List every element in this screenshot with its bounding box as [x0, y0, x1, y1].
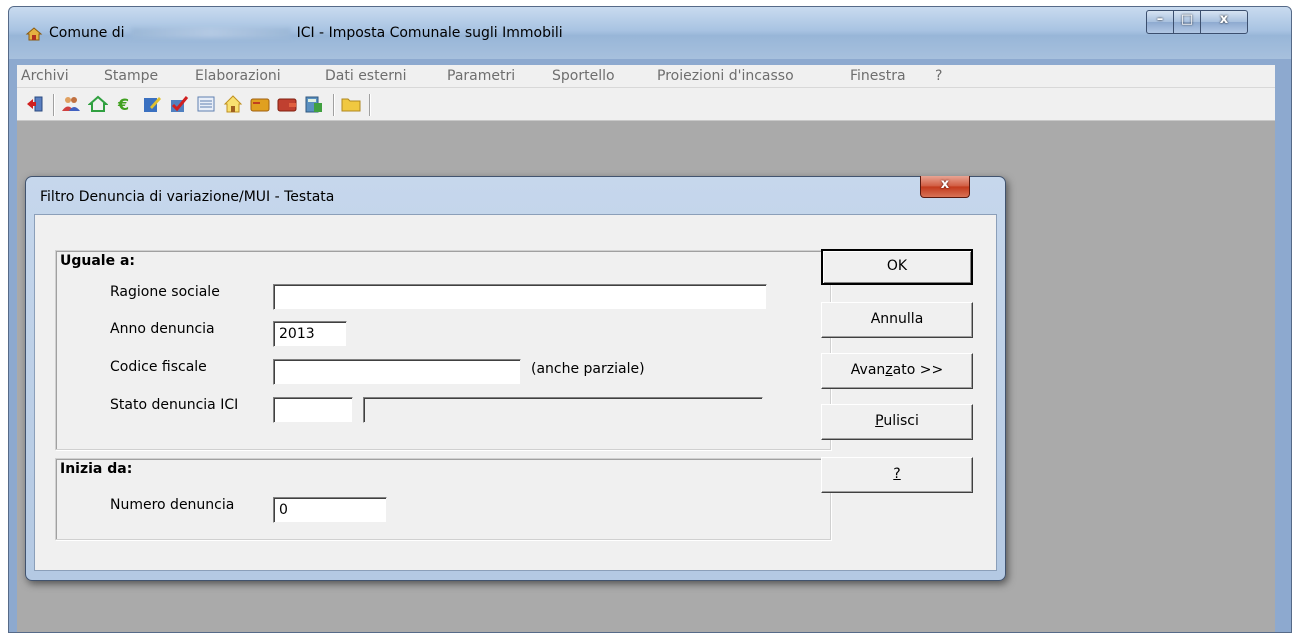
menu-parametri[interactable]: Parametri [447, 68, 515, 84]
menu-help[interactable]: ? [935, 68, 942, 84]
minimize-icon: – [1156, 12, 1164, 27]
toolbar: € [17, 88, 1275, 121]
dialog-title: Filtro Denuncia di variazione/MUI - Test… [40, 189, 335, 205]
avanzato-accelerator: z [885, 362, 893, 378]
title-suffix: ICI - Imposta Comunale sugli Immobili [296, 25, 563, 41]
people-icon[interactable] [61, 94, 81, 114]
pulisci-button[interactable]: Pulisci [821, 404, 973, 440]
toolbar-separator [333, 94, 335, 116]
anno-denuncia-field[interactable]: 2013 [273, 321, 347, 347]
numero-denuncia-label: Numero denuncia [110, 497, 235, 513]
group-title: Uguale a: [60, 253, 136, 269]
list-icon[interactable] [196, 94, 216, 114]
menu-sportello[interactable]: Sportello [552, 68, 615, 84]
group-uguale-a: Uguale a: Ragione sociale Anno denuncia … [55, 250, 831, 450]
maximize-button[interactable]: □ [1173, 10, 1201, 34]
filter-dialog: Filtro Denuncia di variazione/MUI - Test… [25, 176, 1006, 581]
calculator-icon[interactable] [304, 94, 324, 114]
wallet-icon[interactable] [277, 94, 297, 114]
ok-button[interactable]: OK [821, 249, 973, 285]
menu-dati-esterni[interactable]: Dati esterni [325, 68, 406, 84]
menu-stampe[interactable]: Stampe [104, 68, 158, 84]
group-inizia-da: Inizia da: Numero denuncia 0 [55, 458, 831, 540]
anno-denuncia-label: Anno denuncia [110, 321, 215, 337]
group-title: Inizia da: [60, 461, 133, 477]
minimize-button[interactable]: – [1146, 10, 1174, 34]
title-prefix: Comune di [49, 25, 125, 41]
dialog-client: Uguale a: Ragione sociale Anno denuncia … [34, 214, 997, 571]
menu-finestra[interactable]: Finestra [850, 68, 906, 84]
annulla-button[interactable]: Annulla [821, 302, 973, 338]
menu-proiezioni[interactable]: Proiezioni d'incasso [657, 68, 794, 84]
exit-icon[interactable] [25, 94, 45, 114]
app-icon [25, 27, 43, 41]
menu-elaborazioni[interactable]: Elaborazioni [195, 68, 281, 84]
avanzato-label-end: ato >> [892, 362, 944, 378]
checkmark-icon[interactable] [169, 94, 189, 114]
window-title: Comune di ICI - Imposta Comunale sugli Im… [49, 25, 563, 41]
close-icon: x [940, 177, 950, 192]
avanzato-button[interactable]: Avanzato >> [821, 353, 973, 389]
codice-fiscale-label: Codice fiscale [110, 359, 207, 375]
close-button[interactable]: x [1200, 10, 1248, 34]
maximize-icon: □ [1180, 12, 1194, 27]
svg-text:€: € [117, 95, 129, 114]
help-button[interactable]: ? [821, 457, 973, 493]
codice-fiscale-field[interactable] [273, 359, 521, 385]
numero-denuncia-field[interactable]: 0 [273, 497, 387, 523]
help-label: ? [893, 466, 901, 482]
euro-icon[interactable]: € [115, 94, 135, 114]
menu-archivi[interactable]: Archivi [21, 68, 69, 84]
home-icon[interactable] [223, 94, 243, 114]
stato-description-field [363, 397, 763, 423]
ragione-sociale-label: Ragione sociale [110, 284, 220, 300]
title-bar[interactable]: Comune di ICI - Imposta Comunale sugli Im… [9, 7, 1291, 59]
dialog-close-button[interactable]: x [920, 176, 970, 198]
house-icon[interactable] [88, 94, 108, 114]
menu-bar: Archivi Stampe Elaborazioni Dati esterni… [17, 65, 1275, 88]
redacted-name [130, 28, 291, 38]
close-icon: x [1219, 12, 1229, 27]
edit-icon[interactable] [142, 94, 162, 114]
pulisci-label: ulisci [883, 413, 919, 429]
card-icon[interactable] [250, 94, 270, 114]
avanzato-label-start: Avan [850, 362, 886, 378]
toolbar-separator [53, 94, 55, 116]
ragione-sociale-field[interactable] [273, 284, 767, 310]
folder-icon[interactable] [341, 94, 361, 114]
codice-fiscale-hint: (anche parziale) [531, 361, 645, 377]
stato-code-field[interactable] [273, 397, 353, 423]
toolbar-separator [369, 94, 371, 116]
stato-denuncia-label: Stato denuncia ICI [110, 397, 239, 413]
